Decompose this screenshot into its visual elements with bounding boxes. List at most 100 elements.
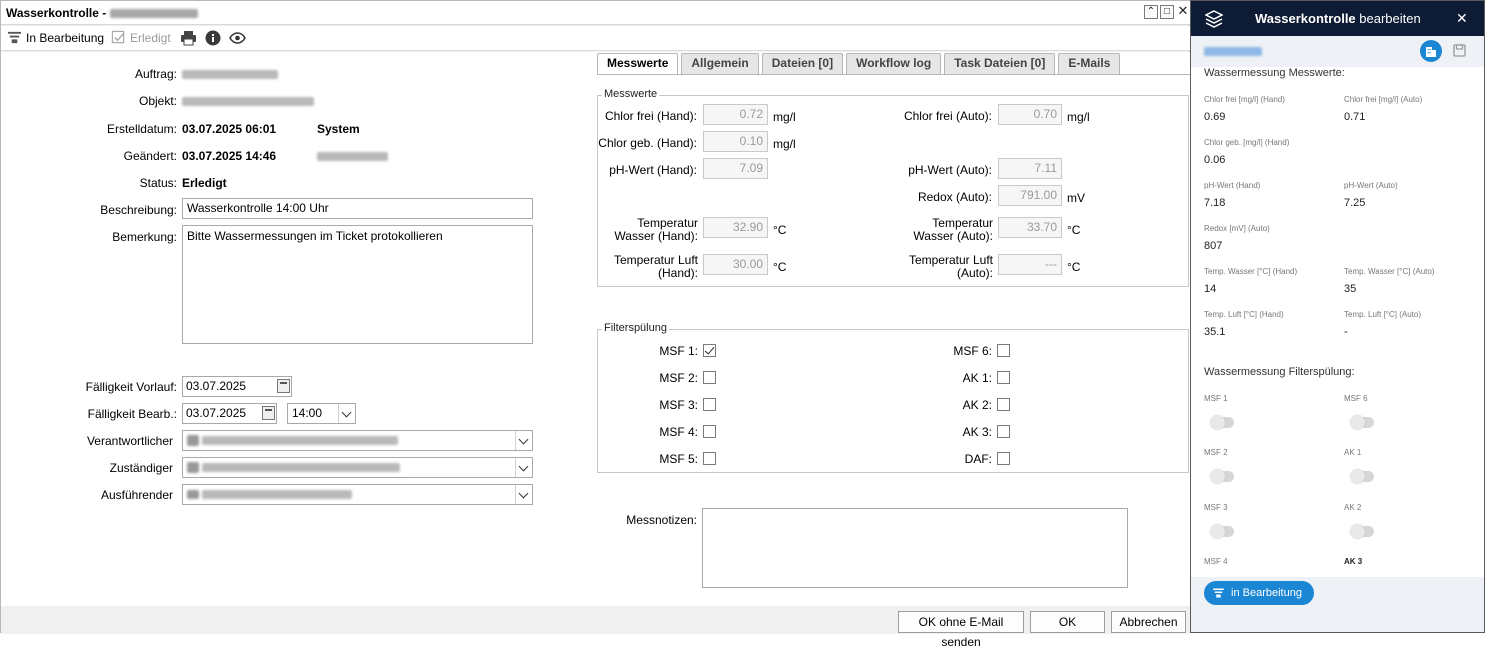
tab-task-dateien[interactable]: Task Dateien [0]	[944, 53, 1056, 74]
msf3-toggle[interactable]	[1210, 524, 1234, 539]
dialog-titlebar: Wasserkontrolle - ⌃ □ ✕	[1, 1, 1190, 25]
avatar	[187, 462, 199, 474]
chlor-frei-hand-label: Chlor frei (Hand):	[604, 109, 697, 123]
calendar-icon[interactable]	[277, 379, 290, 393]
chlor-geb-hand-label: Chlor geb. (Hand):	[598, 136, 697, 150]
msf4-checkbox[interactable]	[703, 425, 716, 438]
msf6-toggle[interactable]	[1350, 415, 1374, 430]
field-value: 0.69	[1204, 111, 1226, 123]
erledigt-button[interactable]: Erledigt	[111, 30, 171, 45]
msf2-checkbox[interactable]	[703, 371, 716, 384]
daf-label: DAF:	[964, 452, 992, 466]
beschreibung-input[interactable]: Wasserkontrolle 14:00 Uhr	[182, 198, 533, 219]
chevron-down-icon	[515, 458, 532, 477]
faelligkeit-vorlauf-date[interactable]: 03.07.2025	[182, 376, 292, 397]
msf5-checkbox[interactable]	[703, 452, 716, 465]
ak2-toggle[interactable]	[1350, 524, 1374, 539]
filter-status-icon	[7, 31, 22, 44]
msf6-label: MSF 6:	[953, 344, 992, 358]
msf1-checkbox[interactable]	[703, 344, 716, 357]
ph-auto-input[interactable]: 7.11	[998, 158, 1062, 179]
geaendert-value: 03.07.2025 14:46	[182, 149, 277, 163]
avatar	[187, 490, 199, 500]
temp-wasser-auto-input[interactable]: 33.70	[998, 217, 1062, 238]
preview-button[interactable]	[229, 30, 246, 46]
temp-luft-hand-input[interactable]: 30.00	[703, 254, 768, 275]
building-button[interactable]	[1420, 40, 1442, 62]
redox-auto-input[interactable]: 791.00	[998, 185, 1062, 206]
temp-wasser-hand-input[interactable]: 32.90	[703, 217, 768, 238]
chlor-frei-auto-input[interactable]: 0.70	[998, 104, 1062, 125]
messnotizen-textarea[interactable]	[702, 508, 1128, 588]
faelligkeit-bearb-time[interactable]: 14:00	[287, 403, 356, 424]
tab-emails[interactable]: E-Mails	[1058, 53, 1121, 74]
status-in-bearbeitung-button[interactable]: in Bearbeitung	[1204, 581, 1314, 605]
temp-luft-auto-input[interactable]: ---	[998, 254, 1062, 275]
redox-auto-label: Redox (Auto):	[917, 190, 992, 204]
daf-checkbox[interactable]	[997, 452, 1010, 465]
tab-dateien[interactable]: Dateien [0]	[761, 53, 844, 74]
verantwortlicher-label: Verantwortlicher	[86, 434, 173, 448]
dialog-footer: OK ohne E-Mail senden OK Abbrechen	[1, 606, 1190, 649]
chlor-frei-hand-input[interactable]: 0.72	[703, 104, 768, 125]
zustaendiger-select[interactable]	[182, 457, 533, 478]
ak2-checkbox[interactable]	[997, 398, 1010, 411]
ak3-label: AK 3:	[962, 425, 992, 439]
auftrag-label: Auftrag:	[134, 67, 177, 81]
verantwortlicher-value-redacted	[202, 436, 399, 446]
close-button[interactable]: ✕	[1176, 4, 1190, 19]
field-value: 0.71	[1344, 111, 1366, 123]
msf2-toggle[interactable]	[1210, 469, 1234, 484]
temp-luft-auto-label: Temperatur Luft (Auto):	[908, 253, 993, 280]
redacted-ticket-link[interactable]	[1204, 47, 1262, 56]
ak1-checkbox[interactable]	[997, 371, 1010, 384]
bemerkung-textarea[interactable]: Bitte Wassermessungen im Ticket protokol…	[182, 225, 533, 344]
tab-divider	[597, 74, 1190, 75]
msf3-checkbox[interactable]	[703, 398, 716, 411]
filter-status-icon	[1213, 588, 1224, 598]
ausfuehrender-select[interactable]	[182, 484, 533, 505]
field-value: 807	[1204, 240, 1223, 252]
panel-title: Wasserkontrolle bearbeiten	[1255, 11, 1421, 26]
panel-subheader	[1191, 36, 1484, 67]
ph-hand-input[interactable]: 7.09	[703, 158, 768, 179]
tab-workflow-log[interactable]: Workflow log	[846, 53, 942, 74]
in-bearbeitung-button[interactable]: In Bearbeitung	[7, 30, 104, 45]
tab-messwerte[interactable]: Messwerte	[597, 53, 679, 75]
ak3-checkbox[interactable]	[997, 425, 1010, 438]
ak1-toggle[interactable]	[1350, 469, 1374, 484]
ak1-label: AK 1:	[962, 371, 992, 385]
panel-footer: in Bearbeitung	[1191, 577, 1484, 632]
field-label: Temp. Luft [°C] (Auto)	[1344, 310, 1422, 319]
faelligkeit-bearb-date[interactable]: 03.07.2025	[182, 403, 277, 424]
info-button[interactable]	[205, 30, 221, 46]
checkbox-done-icon	[111, 30, 125, 44]
panel-close-icon[interactable]: ✕	[1456, 10, 1468, 27]
section-filter-title: Wassermessung Filterspülung:	[1204, 366, 1355, 378]
tab-allgemein[interactable]: Allgemein	[681, 53, 759, 74]
calendar-icon[interactable]	[262, 406, 275, 420]
toggle-label: MSF 1	[1204, 394, 1228, 403]
ok-button[interactable]: OK	[1030, 611, 1105, 633]
chlor-frei-auto-unit: mg/l	[1067, 110, 1090, 124]
field-value: 14	[1204, 283, 1217, 295]
save-icon[interactable]	[1453, 44, 1466, 57]
chlor-geb-hand-input[interactable]: 0.10	[703, 131, 768, 152]
redacted-ticket-id	[110, 9, 199, 19]
cancel-button[interactable]: Abbrechen	[1111, 611, 1186, 633]
temp-luft-auto-unit: °C	[1067, 260, 1081, 274]
msf6-checkbox[interactable]	[997, 344, 1010, 357]
filterspuelung-legend: Filterspülung	[602, 322, 669, 334]
collapse-button[interactable]: ⌃	[1144, 5, 1158, 19]
ausfuehrender-value-redacted	[202, 490, 353, 500]
erstellt-von-value: System	[317, 122, 360, 136]
msf1-toggle[interactable]	[1210, 415, 1234, 430]
ok-without-email-button[interactable]: OK ohne E-Mail senden	[898, 611, 1024, 649]
maximize-button[interactable]: □	[1160, 5, 1174, 19]
field-label: Temp. Wasser [°C] (Auto)	[1344, 267, 1435, 276]
field-label: Temp. Wasser [°C] (Hand)	[1204, 267, 1298, 276]
temp-wasser-auto-label: Temperatur Wasser (Auto):	[913, 216, 993, 243]
verantwortlicher-select[interactable]	[182, 430, 533, 451]
print-button[interactable]	[180, 30, 197, 46]
info-icon	[205, 30, 221, 46]
